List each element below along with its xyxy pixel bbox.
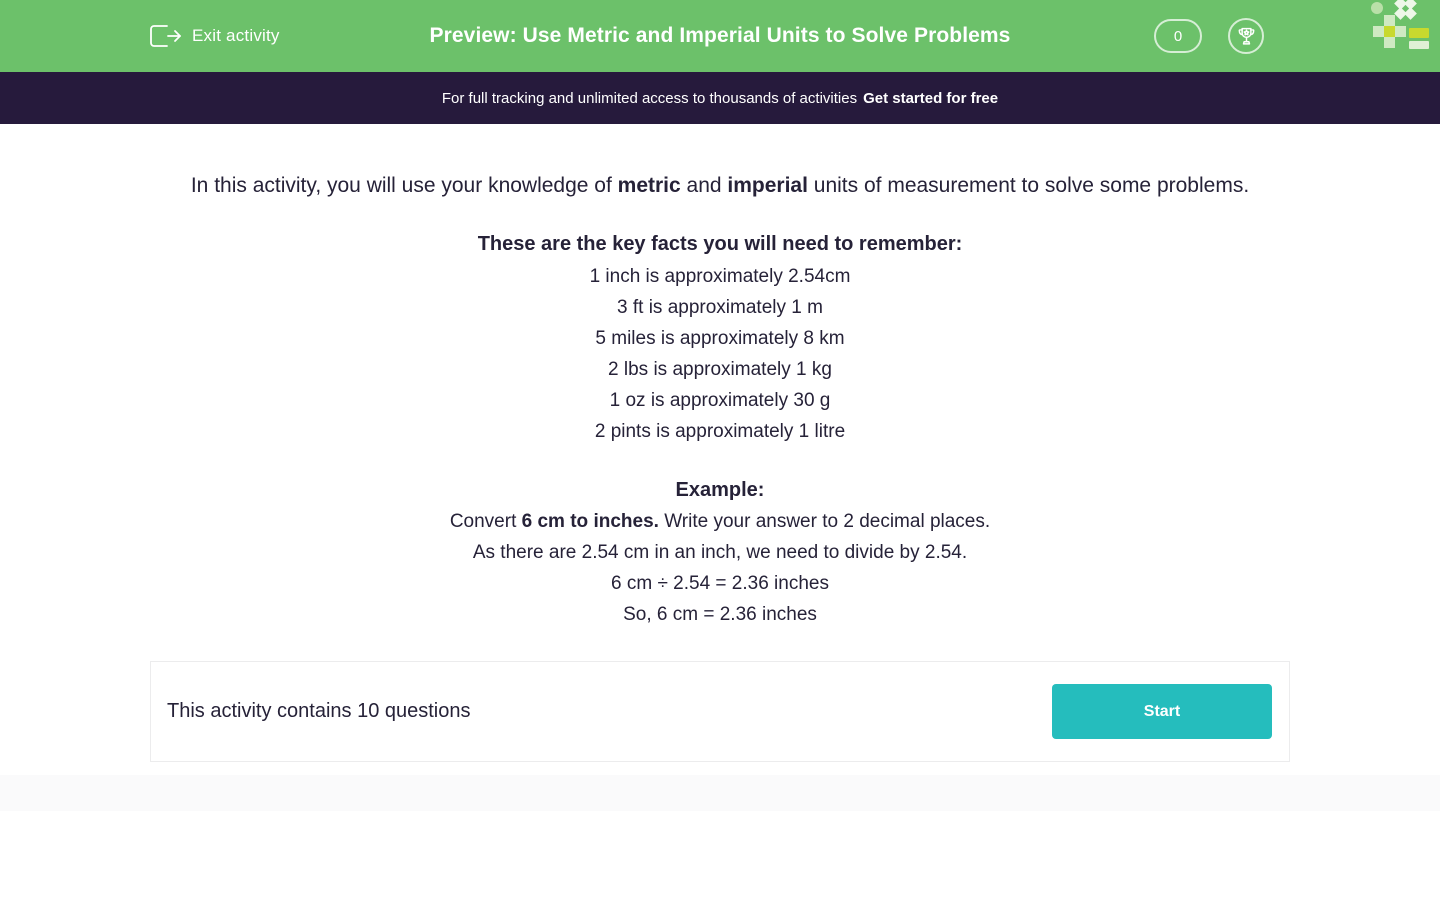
intro-part-3: units of measurement to solve some probl… [807, 174, 1250, 197]
key-fact-line: 1 oz is approximately 30 g [609, 390, 831, 411]
footer-strip [0, 775, 1440, 811]
activity-start-card: This activity contains 10 questions Star… [150, 661, 1290, 762]
activity-intro-content: In this activity, you will use your know… [150, 124, 1290, 630]
key-fact-line: 1 inch is approximately 2.54cm [589, 266, 851, 287]
intro-part-2: and [680, 174, 728, 197]
intro-part-1: In this activity, you will use your know… [190, 174, 618, 197]
question-count-label: This activity contains 10 questions [167, 700, 471, 722]
key-fact-line: 2 pints is approximately 1 litre [594, 421, 846, 442]
score-badge[interactable]: 0 [1154, 19, 1202, 53]
example-heading: Example: [675, 479, 765, 501]
intro-bold-metric: metric [617, 174, 681, 197]
start-button[interactable]: Start [1052, 684, 1272, 739]
key-fact-line: 3 ft is approximately 1 m [617, 297, 823, 318]
trophy-button[interactable] [1228, 18, 1264, 54]
key-fact-line: 2 lbs is approximately 1 kg [608, 359, 832, 380]
exit-activity-button[interactable]: Exit activity [148, 23, 280, 49]
example-line-calculation: 6 cm ÷ 2.54 = 2.36 inches [611, 573, 829, 594]
trophy-icon [1236, 26, 1257, 47]
example-line1-part2: Write your answer to 2 decimal places. [658, 511, 991, 532]
key-fact-line: 5 miles is approximately 8 km [595, 328, 845, 349]
example-line1-bold: 6 cm to inches. [521, 511, 659, 532]
key-facts-heading: These are the key facts you will need to… [477, 233, 963, 255]
app-header: Exit activity Preview: Use Metric and Im… [0, 0, 1440, 72]
example-line1-part1: Convert [449, 511, 522, 532]
brand-logo-mark-icon [1362, 0, 1432, 54]
example-line-explanation: As there are 2.54 cm in an inch, we need… [472, 542, 968, 563]
exit-arrow-icon [148, 23, 182, 49]
example-line-question: Convert 6 cm to inches. Write your answe… [150, 506, 1290, 537]
activity-start-card-wrap: This activity contains 10 questions Star… [150, 630, 1290, 762]
intro-bold-imperial: imperial [727, 174, 808, 197]
get-started-link[interactable]: Get started for free [863, 90, 998, 107]
intro-paragraph: In this activity, you will use your know… [164, 170, 1276, 201]
example-line-answer: So, 6 cm = 2.36 inches [623, 604, 817, 625]
exit-activity-label: Exit activity [192, 26, 280, 45]
promo-banner: For full tracking and unlimited access t… [0, 72, 1440, 124]
promo-text: For full tracking and unlimited access t… [441, 89, 858, 107]
